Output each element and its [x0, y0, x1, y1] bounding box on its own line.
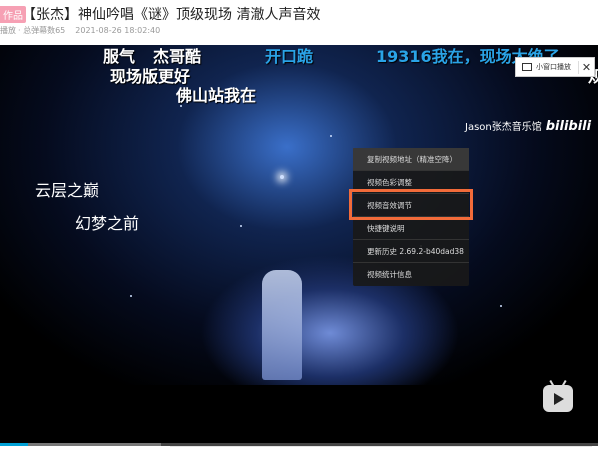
video-header: 作品 【张杰】神仙吟唱《谜》顶级现场 清澈人声音效 播放 · 总弹幕数65 2021… [0, 0, 600, 45]
video-player[interactable]: 服气 杰哥酷 现场版更好 佛山站我在 开口跪 19316我在，现场太绝了 规 云… [0, 45, 598, 443]
menu-item-shortcuts[interactable]: 快捷键说明 [353, 217, 469, 240]
menu-item-stats[interactable]: 视频统计信息 [353, 263, 469, 286]
danmaku-count: · 总弹幕数65 [18, 26, 66, 35]
publish-date: 2021-08-26 18:02:40 [75, 26, 161, 35]
performer [262, 270, 302, 380]
video-title: 【张杰】神仙吟唱《谜》顶级现场 清澈人声音效 [22, 7, 321, 23]
bilibili-play-icon[interactable] [543, 379, 573, 412]
danmaku-comment: 开口跪 [265, 47, 314, 66]
played-bar [0, 443, 29, 446]
divider [170, 446, 592, 450]
mini-player-button[interactable]: 小窗口播放 ✕ [515, 57, 595, 77]
mini-player-label: 小窗口播放 [536, 63, 571, 71]
lyric-caption: 云层之巅 [35, 181, 100, 200]
watermark-text: Jason张杰音乐馆 [465, 122, 542, 133]
danmaku-comment: 佛山站我在 [176, 86, 257, 105]
bilibili-logo: bilibili [545, 119, 592, 134]
mini-window-icon [522, 63, 532, 71]
lyric-caption: 幻梦之前 [75, 214, 140, 233]
highlight-box [349, 189, 473, 220]
video-meta: 播放 · 总弹幕数65 2021-08-26 18:02:40 [0, 25, 170, 36]
view-count: 播放 [0, 26, 16, 35]
close-icon[interactable]: ✕ [578, 60, 594, 74]
menu-item-changelog[interactable]: 更新历史 2.69.2-b40dad38 [353, 240, 469, 263]
menu-item-copy-url[interactable]: 复制视频地址（精准空降） [353, 148, 469, 171]
watermark: Jason张杰音乐馆 bilibili [465, 118, 591, 134]
